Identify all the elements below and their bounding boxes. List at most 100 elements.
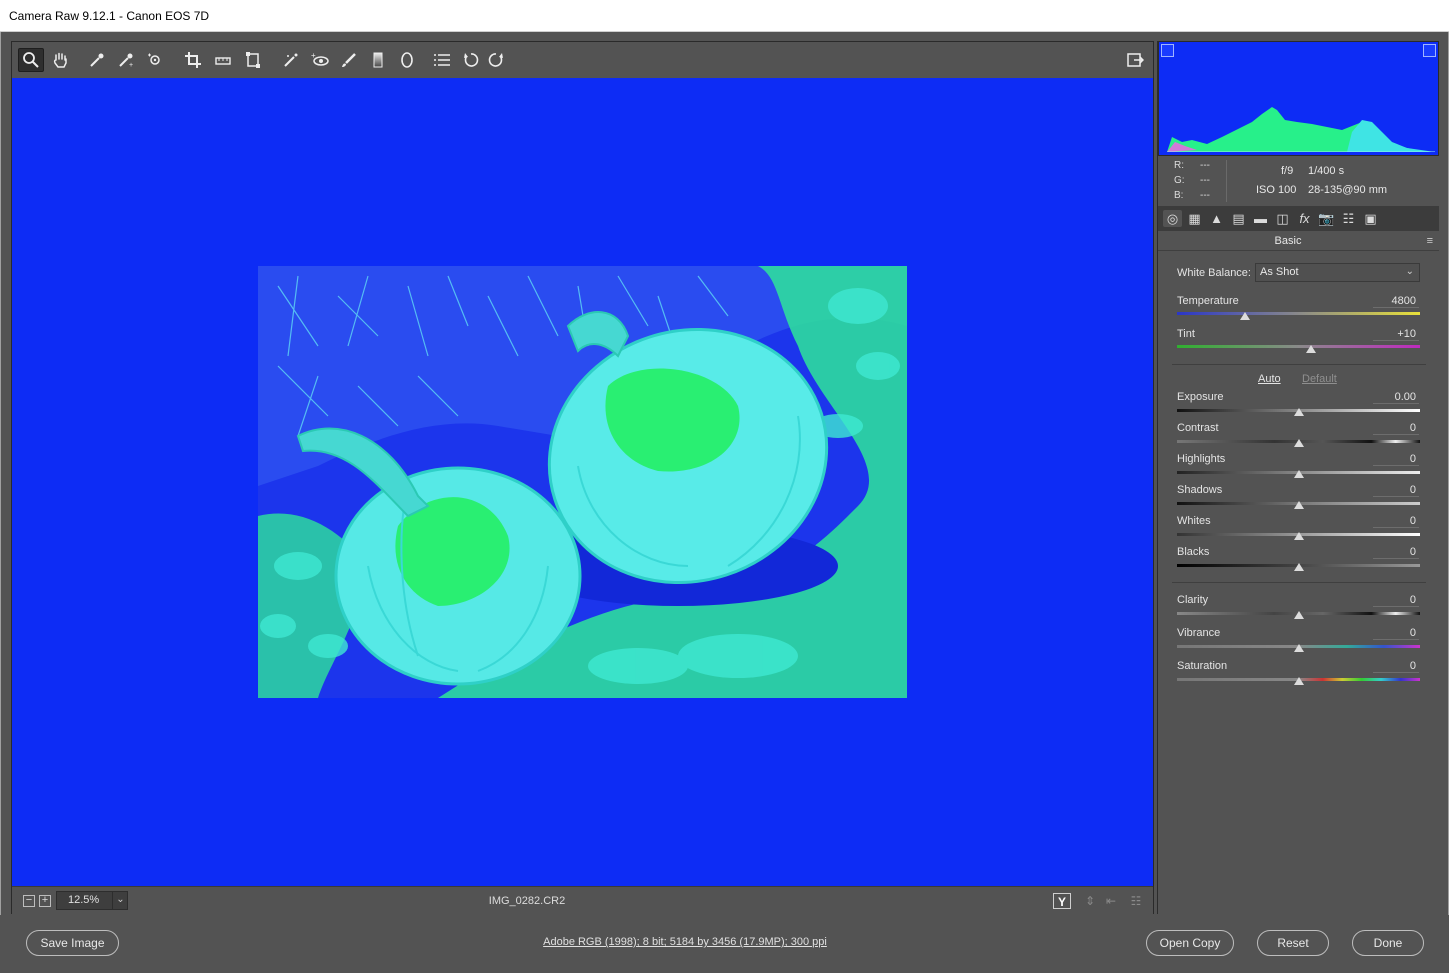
panel-tabs: ◎ ▦ ▲ ▤ ▬ ◫ fx 📷 ☷ ▣ xyxy=(1158,206,1439,231)
photo-preview[interactable] xyxy=(258,266,907,698)
toggle-settings-button[interactable]: ☷ xyxy=(1127,893,1145,909)
b-label: B: xyxy=(1174,190,1184,201)
open-copy-button[interactable]: Open Copy xyxy=(1146,930,1234,956)
tint-value[interactable]: +10 xyxy=(1373,328,1419,341)
blacks-value[interactable]: 0 xyxy=(1373,546,1419,559)
adjustment-panel: R: --- G: --- B: --- f/9 1/400 s ISO 100… xyxy=(1157,41,1439,914)
g-value: --- xyxy=(1200,175,1210,186)
r-label: R: xyxy=(1174,160,1184,171)
crop-tool-button[interactable] xyxy=(180,48,206,72)
workflow-options-link[interactable]: Adobe RGB (1998); 8 bit; 5184 by 3456 (1… xyxy=(430,936,940,948)
saturation-value[interactable]: 0 xyxy=(1373,660,1419,673)
panel-menu-icon[interactable]: ≡ xyxy=(1427,235,1433,247)
tab-basic[interactable]: ◎ xyxy=(1163,210,1182,227)
transform-icon xyxy=(246,52,260,68)
spot-removal-tool-button[interactable] xyxy=(278,48,304,72)
white-balance-value: As Shot xyxy=(1260,266,1299,278)
copy-settings-button[interactable]: ⇤ xyxy=(1102,893,1120,909)
rotate-cw-button[interactable] xyxy=(483,48,509,72)
tint-slider-track[interactable] xyxy=(1177,345,1420,348)
tab-presets[interactable]: ☷ xyxy=(1339,210,1358,227)
whites-slider-thumb[interactable] xyxy=(1293,532,1304,540)
straighten-icon xyxy=(215,57,231,65)
fullscreen-button[interactable] xyxy=(1122,48,1148,72)
tab-camera-calibration[interactable]: 📷 xyxy=(1317,210,1336,227)
clarity-slider-thumb[interactable] xyxy=(1293,611,1304,619)
adjustment-brush-tool-button[interactable] xyxy=(336,48,362,72)
rotate-ccw-button[interactable] xyxy=(458,48,484,72)
histogram xyxy=(1158,41,1439,156)
reset-button[interactable]: Reset xyxy=(1257,930,1329,956)
section-divider xyxy=(1172,582,1426,583)
info-readout: R: --- G: --- B: --- f/9 1/400 s ISO 100… xyxy=(1158,156,1439,206)
temperature-slider-track[interactable] xyxy=(1177,312,1420,315)
tab-detail[interactable]: ▲ xyxy=(1207,210,1226,227)
g-label: G: xyxy=(1174,175,1185,186)
crop-icon xyxy=(185,52,201,68)
window-title: Camera Raw 9.12.1 - Canon EOS 7D xyxy=(9,9,210,23)
white-balance-select[interactable]: As Shot ⌄ xyxy=(1255,263,1420,282)
targeted-adjustment-tool-button[interactable] xyxy=(142,48,168,72)
vibrance-value[interactable]: 0 xyxy=(1373,627,1419,640)
graduated-filter-tool-button[interactable] xyxy=(365,48,391,72)
panel-title: Basic xyxy=(1274,235,1302,247)
exposure-slider-thumb[interactable] xyxy=(1293,408,1304,416)
red-eye-tool-button[interactable]: + xyxy=(307,48,333,72)
tab-tone-curve[interactable]: ▦ xyxy=(1185,210,1204,227)
magnifier-icon xyxy=(23,52,39,68)
hand-tool-button[interactable] xyxy=(47,48,73,72)
tab-effects[interactable]: fx xyxy=(1295,210,1314,227)
temperature-slider-thumb[interactable] xyxy=(1240,312,1251,320)
shadows-value[interactable]: 0 xyxy=(1373,484,1419,497)
auto-link[interactable]: Auto xyxy=(1258,373,1281,385)
straighten-tool-button[interactable] xyxy=(210,48,236,72)
tint-slider-thumb[interactable] xyxy=(1305,345,1316,353)
done-button[interactable]: Done xyxy=(1352,930,1424,956)
highlights-value[interactable]: 0 xyxy=(1373,453,1419,466)
svg-text:+: + xyxy=(129,62,133,69)
tab-snapshots[interactable]: ▣ xyxy=(1361,210,1380,227)
save-image-button[interactable]: Save Image xyxy=(26,930,119,956)
radial-filter-tool-button[interactable] xyxy=(394,48,420,72)
readout-divider xyxy=(1226,160,1227,202)
clarity-value[interactable]: 0 xyxy=(1373,594,1419,607)
dialog-footer: Save Image Adobe RGB (1998); 8 bit; 5184… xyxy=(0,915,1449,973)
exposure-value[interactable]: 0.00 xyxy=(1373,391,1419,404)
tab-lens-corrections[interactable]: ◫ xyxy=(1273,210,1292,227)
saturation-slider-thumb[interactable] xyxy=(1293,677,1304,685)
before-after-view-button[interactable]: Y xyxy=(1053,893,1071,909)
tint-label: Tint xyxy=(1177,328,1195,340)
zoom-tool-button[interactable] xyxy=(18,48,44,72)
contrast-value[interactable]: 0 xyxy=(1373,422,1419,435)
default-link[interactable]: Default xyxy=(1302,373,1337,385)
vibrance-slider-thumb[interactable] xyxy=(1293,644,1304,652)
iso: ISO 100 xyxy=(1256,184,1297,196)
rotate-left-icon xyxy=(464,53,479,67)
contrast-slider-thumb[interactable] xyxy=(1293,439,1304,447)
file-name: IMG_0282.CR2 xyxy=(488,895,566,907)
whites-value[interactable]: 0 xyxy=(1373,515,1419,528)
temperature-value[interactable]: 4800 xyxy=(1373,295,1419,308)
aperture: f/9 xyxy=(1281,165,1294,177)
preferences-button[interactable] xyxy=(429,48,455,72)
section-divider xyxy=(1172,364,1426,365)
color-sampler-tool-button[interactable]: + xyxy=(113,48,139,72)
highlights-slider-thumb[interactable] xyxy=(1293,470,1304,478)
spot-removal-icon xyxy=(284,53,298,67)
shutter-speed: 1/400 s xyxy=(1308,165,1345,177)
swap-before-after-button[interactable]: ⇕ xyxy=(1081,893,1099,909)
tab-split-toning[interactable]: ▬ xyxy=(1251,210,1270,227)
tab-hsl[interactable]: ▤ xyxy=(1229,210,1248,227)
blacks-slider-thumb[interactable] xyxy=(1293,563,1304,571)
highlights-label: Highlights xyxy=(1177,453,1226,465)
image-canvas[interactable] xyxy=(12,78,1153,886)
preview-bottom-bar: − + 12.5% ⌄ IMG_0282.CR2 Y ⇕ ⇤ ☷ xyxy=(12,886,1153,914)
chevron-down-icon: ⌄ xyxy=(1405,266,1414,277)
vibrance-label: Vibrance xyxy=(1177,627,1221,639)
rotate-right-icon xyxy=(488,53,503,67)
transform-tool-button[interactable] xyxy=(240,48,266,72)
shadows-slider-thumb[interactable] xyxy=(1293,501,1304,509)
list-icon xyxy=(434,54,450,66)
whites-label: Whites xyxy=(1177,515,1211,527)
white-balance-tool-button[interactable] xyxy=(84,48,110,72)
